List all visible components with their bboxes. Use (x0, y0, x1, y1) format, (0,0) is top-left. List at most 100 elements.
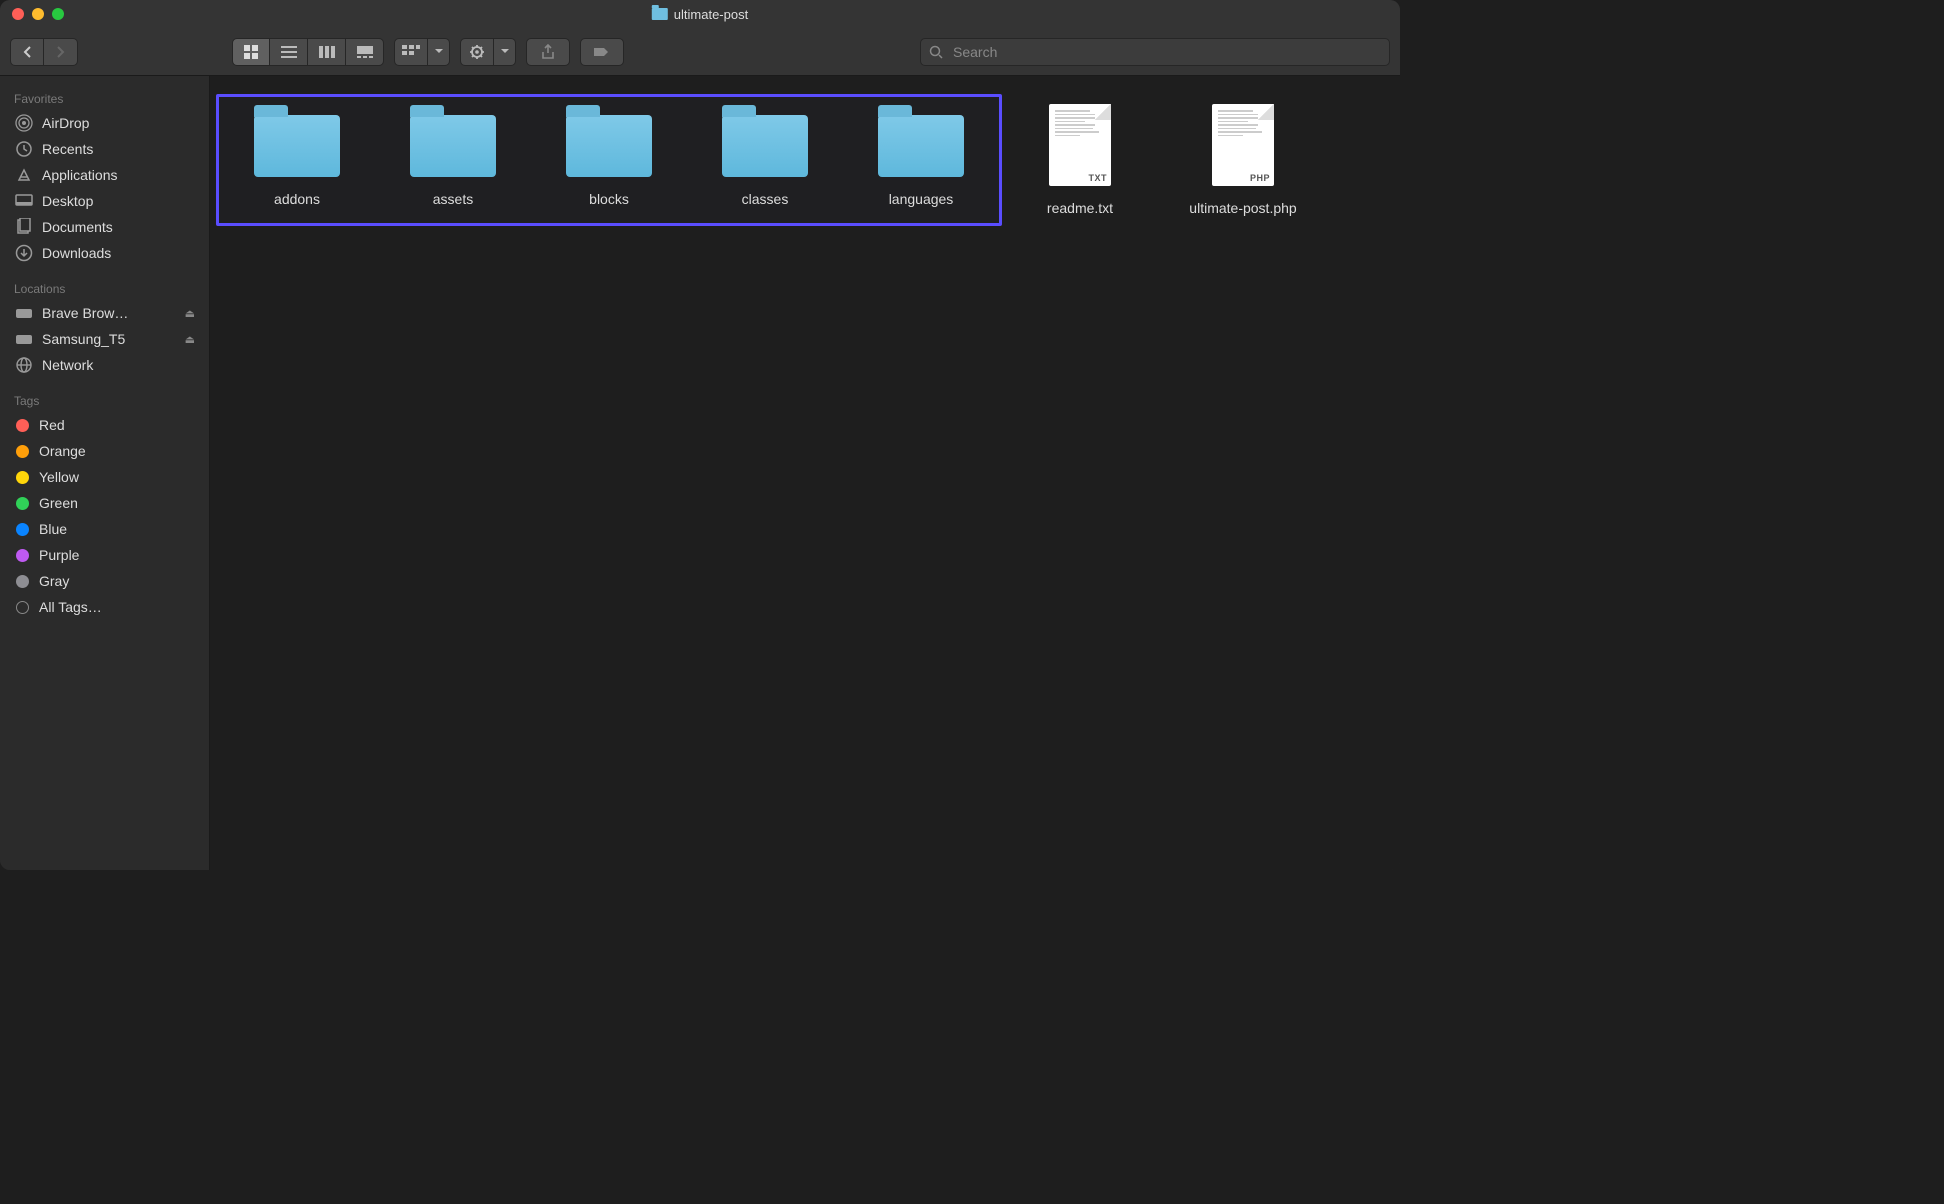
folder-item[interactable]: assets (375, 97, 531, 223)
sidebar-section-tags: Tags (0, 388, 209, 412)
minimize-window-button[interactable] (32, 8, 44, 20)
toolbar (0, 28, 1400, 76)
item-row: addons assets blocks classes (216, 94, 1394, 226)
sidebar-item-label: Purple (39, 547, 79, 563)
tag-dot-icon (16, 419, 29, 432)
action-menu-button[interactable] (460, 38, 516, 66)
chevron-down-icon (435, 49, 443, 54)
sidebar-tag-orange[interactable]: Orange (0, 438, 209, 464)
sidebar: Favorites AirDrop Recents Applications D… (0, 76, 210, 870)
tags-button[interactable] (580, 38, 624, 66)
window-title-text: ultimate-post (674, 7, 748, 22)
body: Favorites AirDrop Recents Applications D… (0, 76, 1400, 870)
sidebar-item-airdrop[interactable]: AirDrop (0, 110, 209, 136)
folder-item[interactable]: addons (219, 97, 375, 223)
php-file-icon: PHP (1212, 104, 1274, 186)
folder-icon (652, 8, 668, 20)
file-badge: PHP (1250, 173, 1270, 183)
sidebar-tag-red[interactable]: Red (0, 412, 209, 438)
folder-icon (722, 115, 808, 177)
file-item[interactable]: PHP ultimate-post.php (1158, 94, 1328, 226)
columns-icon (319, 46, 335, 58)
sidebar-item-desktop[interactable]: Desktop (0, 188, 209, 214)
tag-dot-icon (16, 497, 29, 510)
folder-item[interactable]: blocks (531, 97, 687, 223)
sidebar-item-label: Samsung_T5 (42, 331, 125, 347)
list-view-button[interactable] (270, 38, 308, 66)
content-area[interactable]: addons assets blocks classes (210, 76, 1400, 870)
folder-icon (410, 115, 496, 177)
search-input[interactable] (920, 38, 1390, 66)
sidebar-item-label: Blue (39, 521, 67, 537)
sidebar-item-network[interactable]: Network (0, 352, 209, 378)
file-badge: TXT (1089, 173, 1108, 183)
forward-button[interactable] (44, 38, 78, 66)
sidebar-item-label: Documents (42, 219, 113, 235)
arrange-icon (402, 45, 420, 59)
search-field[interactable] (920, 38, 1390, 66)
icon-view-button[interactable] (232, 38, 270, 66)
titlebar: ultimate-post (0, 0, 1400, 28)
sidebar-item-applications[interactable]: Applications (0, 162, 209, 188)
sidebar-item-label: All Tags… (39, 599, 102, 615)
finder-window: ultimate-post (0, 0, 1400, 870)
sidebar-item-brave[interactable]: Brave Brow… ⏏ (0, 300, 209, 326)
traffic-lights (12, 8, 64, 20)
desktop-icon (14, 193, 34, 209)
folder-item[interactable]: classes (687, 97, 843, 223)
fullscreen-window-button[interactable] (52, 8, 64, 20)
sidebar-item-label: Desktop (42, 193, 93, 209)
tag-dot-icon (16, 445, 29, 458)
sidebar-tag-yellow[interactable]: Yellow (0, 464, 209, 490)
share-button[interactable] (526, 38, 570, 66)
arrange-group-button[interactable] (394, 38, 450, 66)
folder-icon (878, 115, 964, 177)
sidebar-item-samsung[interactable]: Samsung_T5 ⏏ (0, 326, 209, 352)
selection-highlight: addons assets blocks classes (216, 94, 1002, 226)
sidebar-item-label: Gray (39, 573, 69, 589)
list-icon (281, 46, 297, 58)
network-icon (14, 357, 34, 373)
sidebar-item-label: Orange (39, 443, 86, 459)
folder-item[interactable]: languages (843, 97, 999, 223)
disk-icon (14, 305, 34, 321)
documents-icon (14, 219, 34, 235)
eject-icon[interactable]: ⏏ (185, 307, 195, 320)
gear-icon (469, 44, 485, 60)
item-label: ultimate-post.php (1189, 200, 1296, 216)
chevron-right-icon (56, 45, 66, 59)
sidebar-section-locations: Locations (0, 276, 209, 300)
sidebar-tag-purple[interactable]: Purple (0, 542, 209, 568)
sidebar-item-label: Recents (42, 141, 93, 157)
item-label: languages (889, 191, 954, 207)
column-view-button[interactable] (308, 38, 346, 66)
sidebar-item-documents[interactable]: Documents (0, 214, 209, 240)
eject-icon[interactable]: ⏏ (185, 333, 195, 346)
sidebar-tag-gray[interactable]: Gray (0, 568, 209, 594)
tag-dot-icon (16, 523, 29, 536)
nav-buttons (10, 38, 78, 66)
folder-icon (566, 115, 652, 177)
close-window-button[interactable] (12, 8, 24, 20)
sidebar-item-label: Network (42, 357, 93, 373)
grid-icon (243, 44, 259, 60)
downloads-icon (14, 245, 34, 261)
back-button[interactable] (10, 38, 44, 66)
sidebar-item-downloads[interactable]: Downloads (0, 240, 209, 266)
sidebar-item-label: AirDrop (42, 115, 89, 131)
gallery-icon (357, 46, 373, 58)
sidebar-tag-all[interactable]: All Tags… (0, 594, 209, 620)
sidebar-item-label: Yellow (39, 469, 79, 485)
gallery-view-button[interactable] (346, 38, 384, 66)
folder-icon (254, 115, 340, 177)
item-label: blocks (589, 191, 629, 207)
chevron-left-icon (22, 45, 32, 59)
sidebar-item-recents[interactable]: Recents (0, 136, 209, 162)
window-title: ultimate-post (652, 7, 748, 22)
file-item[interactable]: TXT readme.txt (1002, 94, 1158, 226)
sidebar-tag-blue[interactable]: Blue (0, 516, 209, 542)
clock-icon (14, 141, 34, 157)
item-label: readme.txt (1047, 200, 1113, 216)
item-label: addons (274, 191, 320, 207)
sidebar-tag-green[interactable]: Green (0, 490, 209, 516)
